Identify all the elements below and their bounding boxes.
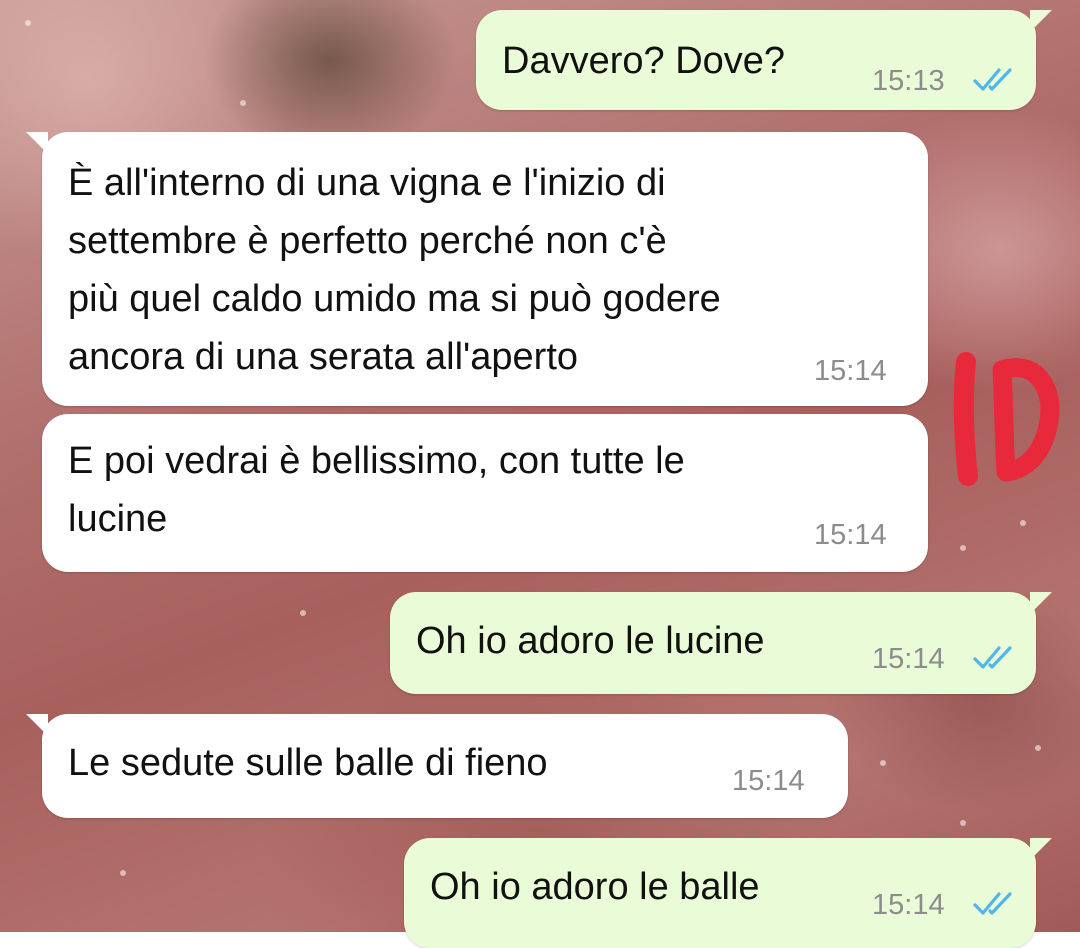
message-time: 15:14 xyxy=(732,765,805,797)
message-time: 15:14 xyxy=(814,519,887,551)
message-bubble-incoming[interactable]: Le sedute sulle balle di fieno 15:14 xyxy=(26,714,848,818)
double-check-icon xyxy=(973,892,1012,915)
double-check-icon xyxy=(973,646,1012,669)
message-bubble-outgoing[interactable]: Davvero? Dove? 15:13 xyxy=(476,10,1052,110)
message-bubble-incoming[interactable]: È all'interno di una vigna e l'inizio di… xyxy=(26,132,928,406)
message-text: Oh io adoro le lucine xyxy=(416,620,765,662)
message-time: 15:13 xyxy=(872,65,945,97)
message-time: 15:14 xyxy=(872,643,945,675)
handwritten-score-annotation xyxy=(953,352,1060,486)
message-time: 15:14 xyxy=(872,889,945,921)
double-check-icon xyxy=(973,68,1012,91)
message-bubble-incoming[interactable]: E poi vedrai è bellissimo, con tutte le … xyxy=(42,414,928,572)
message-text: Le sedute sulle balle di fieno xyxy=(68,742,548,784)
message-text: È all'interno di una vigna e l'inizio di… xyxy=(68,162,721,378)
message-text: Davvero? Dove? xyxy=(502,40,786,82)
message-text: E poi vedrai è bellissimo, con tutte le … xyxy=(68,440,685,540)
message-text: Oh io adoro le balle xyxy=(430,866,760,908)
message-bubble-outgoing[interactable]: Oh io adoro le lucine 15:14 xyxy=(390,592,1052,694)
message-time: 15:14 xyxy=(814,355,887,387)
